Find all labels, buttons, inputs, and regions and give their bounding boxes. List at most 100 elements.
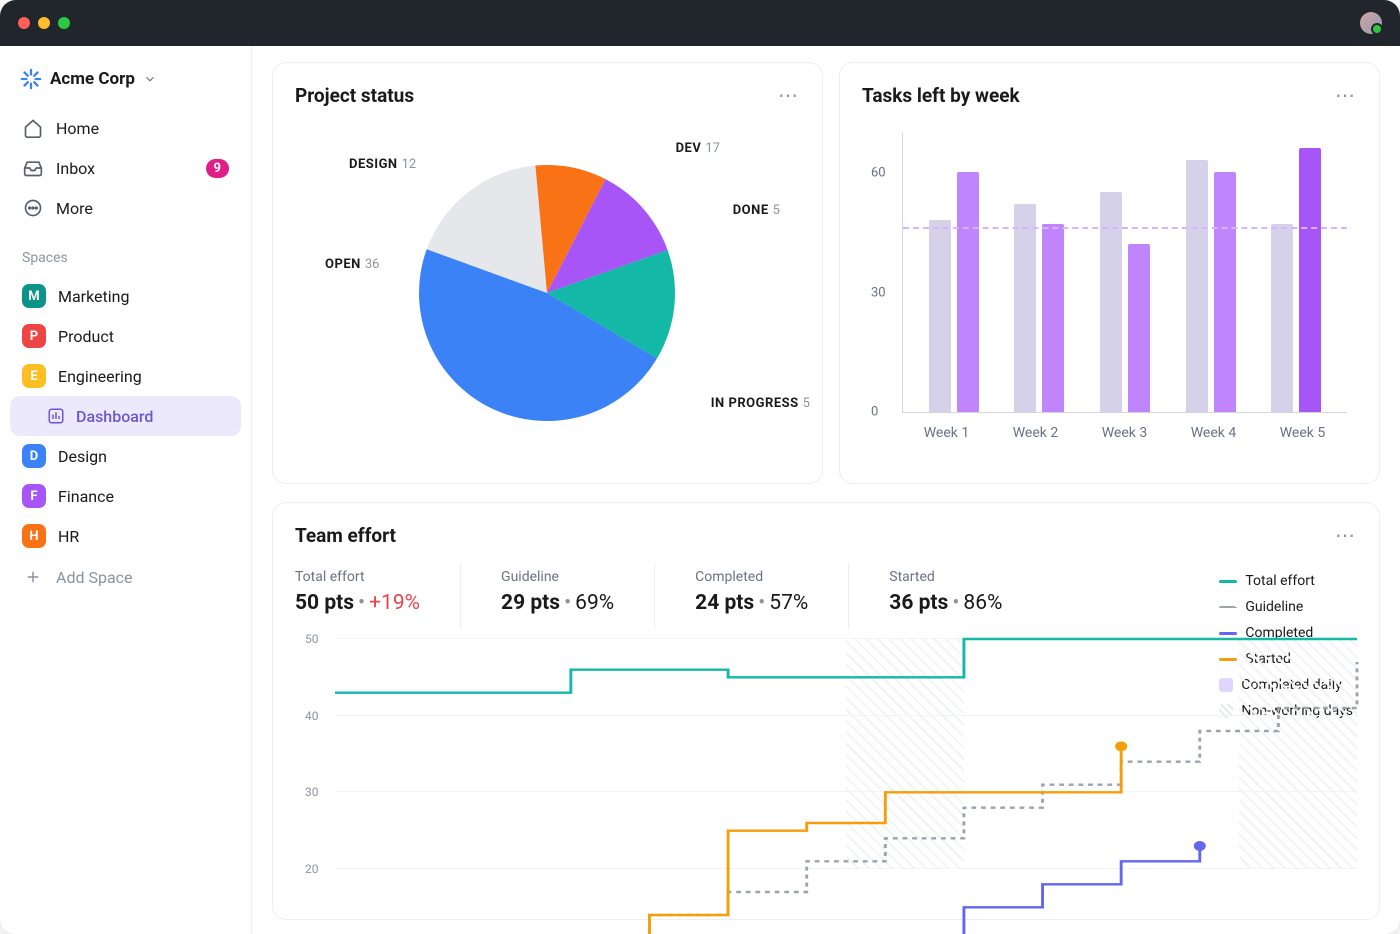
add-space-label: Add Space	[56, 568, 133, 587]
bar	[1214, 172, 1236, 412]
nav-inbox-label: Inbox	[56, 159, 95, 178]
tasks-left-title: Tasks left by week	[862, 84, 1020, 107]
pie-label-done: DONE5	[733, 203, 780, 218]
window-controls	[18, 17, 70, 29]
inbox-icon	[22, 157, 44, 179]
app-logo-icon	[20, 68, 42, 90]
card-menu-button[interactable]: ⋯	[778, 83, 800, 107]
bar-x-label: Week 1	[924, 425, 970, 441]
space-engineering[interactable]: E Engineering	[10, 356, 241, 396]
space-finance[interactable]: F Finance	[10, 476, 241, 516]
bar-group	[1186, 160, 1236, 412]
plus-icon	[22, 566, 44, 588]
nav-home-label: Home	[56, 119, 99, 138]
legend-guideline: Guideline	[1219, 599, 1353, 615]
user-avatar[interactable]	[1360, 12, 1382, 34]
nav-more[interactable]: More	[10, 188, 241, 228]
card-menu-button[interactable]: ⋯	[1335, 83, 1357, 107]
home-icon	[22, 117, 44, 139]
bar	[1186, 160, 1208, 412]
bar-x-label: Week 4	[1191, 425, 1237, 441]
dashboard-label: Dashboard	[76, 407, 153, 426]
metric-pct: 86%	[963, 591, 1002, 615]
pie-label-open: OPEN36	[325, 257, 379, 272]
bar-group	[1014, 204, 1064, 412]
effort-metrics: Total effort 50 pts•+19% Guideline 29 pt…	[295, 563, 1357, 629]
guideline-dashed	[903, 227, 1347, 229]
dashboard-icon	[46, 406, 66, 426]
space-design[interactable]: D Design	[10, 436, 241, 476]
metric-label: Guideline	[501, 569, 614, 585]
project-status-card: Project status ⋯ DESIGN12 OPEN36 DEV17 D…	[272, 62, 823, 484]
close-dot[interactable]	[18, 17, 30, 29]
team-effort-title: Team effort	[295, 524, 396, 547]
space-badge: H	[22, 524, 46, 548]
y-tick: 20	[305, 862, 319, 876]
pie-label-dev: DEV17	[676, 141, 720, 156]
legend-total: Total effort	[1219, 573, 1353, 589]
bar	[1299, 148, 1321, 412]
space-marketing[interactable]: M Marketing	[10, 276, 241, 316]
metric-value: 36 pts	[889, 591, 948, 615]
metric-label: Completed	[695, 569, 808, 585]
metric-pct: 57%	[769, 591, 808, 615]
y-tick: 0	[871, 405, 878, 420]
more-icon	[22, 197, 44, 219]
bar-group	[929, 172, 979, 412]
minimize-dot[interactable]	[38, 17, 50, 29]
bar-group	[1100, 192, 1150, 412]
metric-value: 50 pts	[295, 591, 354, 615]
bar	[1042, 224, 1064, 412]
space-badge: F	[22, 484, 46, 508]
space-label: Marketing	[58, 287, 129, 306]
pie-chart	[417, 163, 677, 423]
add-space-button[interactable]: Add Space	[10, 556, 241, 598]
space-label: HR	[58, 527, 79, 546]
nav-inbox[interactable]: Inbox 9	[10, 148, 241, 188]
space-badge: D	[22, 444, 46, 468]
y-tick: 30	[305, 785, 319, 799]
bar	[1128, 244, 1150, 412]
metric-total-effort: Total effort 50 pts•+19%	[295, 563, 461, 629]
maximize-dot[interactable]	[58, 17, 70, 29]
tasks-left-card: Tasks left by week ⋯ 0 30 60 Week 1 Week…	[839, 62, 1380, 484]
pie-label-design: DESIGN12	[349, 157, 416, 172]
bar	[929, 220, 951, 412]
team-effort-card: Team effort ⋯ Total effort 50 pts•+19% G…	[272, 502, 1380, 920]
space-label: Design	[58, 447, 107, 466]
metric-value: 29 pts	[501, 591, 560, 615]
project-status-pie: DESIGN12 OPEN36 DEV17 DONE5 IN PROGRESS5	[295, 123, 800, 463]
spaces-section-label: Spaces	[10, 228, 241, 276]
sidebar: Acme Corp Home Inbox 9 More Spaces M Mar…	[0, 46, 252, 934]
metric-started: Started 36 pts•86%	[889, 563, 1042, 629]
bar	[1014, 204, 1036, 412]
bar	[1100, 192, 1122, 412]
y-tick: 30	[871, 285, 886, 300]
metric-label: Started	[889, 569, 1002, 585]
metric-completed: Completed 24 pts•57%	[695, 563, 849, 629]
sidebar-item-dashboard[interactable]: Dashboard	[10, 396, 241, 436]
chevron-down-icon	[143, 72, 157, 86]
space-label: Finance	[58, 487, 114, 506]
workspace-switcher[interactable]: Acme Corp	[10, 60, 241, 108]
card-menu-button[interactable]: ⋯	[1335, 523, 1357, 547]
project-status-title: Project status	[295, 84, 414, 107]
bar-x-label: Week 2	[1013, 425, 1059, 441]
main-content: Project status ⋯ DESIGN12 OPEN36 DEV17 D…	[252, 46, 1400, 934]
space-hr[interactable]: H HR	[10, 516, 241, 556]
metric-pct: 69%	[575, 591, 614, 615]
inbox-badge: 9	[206, 159, 229, 178]
metric-label: Total effort	[295, 569, 420, 585]
space-label: Product	[58, 327, 114, 346]
bar	[1271, 224, 1293, 412]
tasks-left-bar-chart: 0 30 60 Week 1 Week 2 Week 3 Week 4 Week…	[862, 123, 1357, 463]
window-titlebar	[0, 0, 1400, 46]
y-tick: 50	[305, 632, 319, 646]
space-badge: P	[22, 324, 46, 348]
nav-more-label: More	[56, 199, 93, 218]
space-product[interactable]: P Product	[10, 316, 241, 356]
bar	[957, 172, 979, 412]
nav-home[interactable]: Home	[10, 108, 241, 148]
bar-group	[1271, 148, 1321, 412]
metric-value: 24 pts	[695, 591, 754, 615]
